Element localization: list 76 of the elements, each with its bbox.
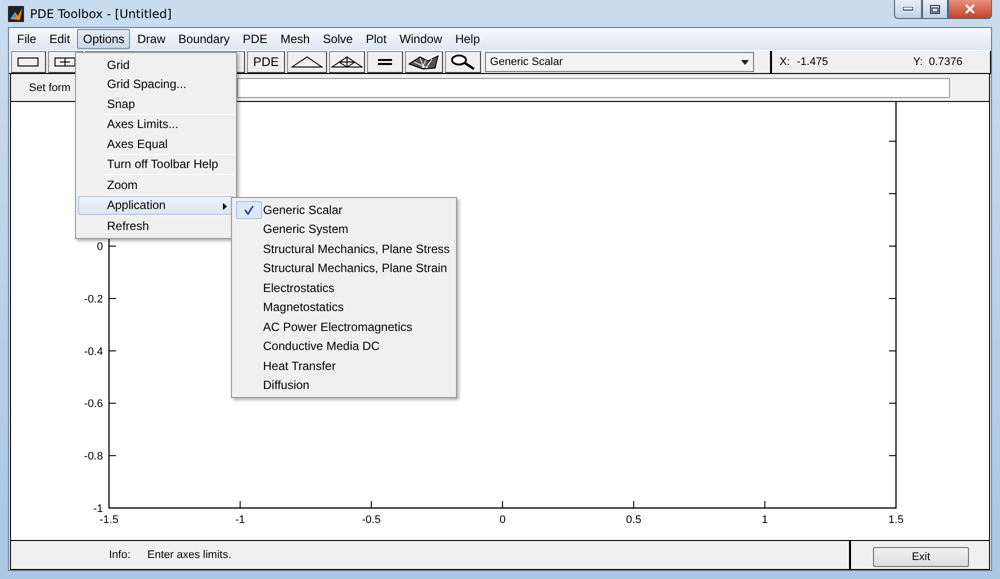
equals-icon [377,58,394,66]
x-tick-label: 1.5 [888,514,904,526]
solve-button[interactable] [367,51,404,73]
menu-item[interactable]: Generic Scalar [234,200,454,220]
x-value: -1.475 [796,56,828,68]
minimize-icon [903,7,913,11]
surface-plot-icon [408,54,440,70]
y-tick-label: -0.4 [84,346,103,358]
application-select[interactable]: Generic Scalar [485,52,754,72]
menu-item[interactable]: Grid [78,55,234,74]
x-tick-label: 1 [762,514,768,526]
menu-item[interactable]: Options [77,29,130,49]
centered-rectangle-icon [54,57,76,67]
app-logo-icon [8,6,24,22]
rectangle-tool-button[interactable] [11,51,46,73]
menu-item[interactable]: Application [78,196,234,215]
pde-button[interactable]: PDE [246,51,286,73]
menu-item[interactable]: Generic System [234,220,454,239]
x-tick-label: -0.5 [362,514,381,526]
x-tick-label: -1.5 [100,514,118,526]
y-tick-label: -0.2 [84,293,103,306]
menu-item[interactable]: Help [449,29,486,49]
menu-item[interactable]: PDE [236,29,274,49]
menu-item[interactable]: Structural Mechanics, Plane Stress [234,239,454,258]
magnifier-icon [450,54,476,70]
menu-item[interactable]: Heat Transfer [234,356,454,376]
menu-item[interactable]: Magnetostatics [234,298,454,317]
menu-item[interactable]: Snap [78,94,234,114]
menu-item[interactable]: Diffusion [234,376,454,395]
minimize-button[interactable] [894,0,922,19]
restore-icon [930,4,940,14]
close-icon [964,4,976,14]
menu-item[interactable]: Plot [360,29,393,49]
menu-item[interactable]: Grid Spacing... [78,74,234,94]
refine-mesh-button[interactable] [329,51,366,73]
window-title: PDE Toolbox - [Untitled] [30,6,172,20]
menu-item[interactable]: Zoom [78,175,234,194]
menu-item[interactable]: Structural Mechanics, Plane Strain [234,258,454,278]
y-tick-label: 0 [96,241,103,254]
triangle-icon [291,56,324,68]
refined-triangle-icon [331,56,364,68]
menu-item[interactable]: Axes Limits... [78,114,234,134]
x-label: X: [779,56,790,68]
mesh-button[interactable] [287,51,328,73]
menu-item[interactable]: Edit [43,29,76,49]
menu-item[interactable]: Conductive Media DC [234,336,454,356]
menu-item[interactable]: Axes Equal [78,134,234,154]
x-tick-label: -1 [235,514,246,526]
maximize-button[interactable] [922,0,948,19]
exit-button[interactable]: Exit [873,547,969,567]
plot-button[interactable] [405,51,444,73]
y-tick-label: -0.6 [84,398,103,410]
close-button[interactable] [948,0,992,19]
formula-field[interactable] [236,78,950,98]
zoom-button[interactable] [445,51,482,73]
formula-label: Set form [29,82,71,94]
y-value: 0.7376 [928,56,963,68]
x-tick-label: 0 [499,514,506,526]
menu-item[interactable]: Electrostatics [234,278,454,298]
menu-item[interactable]: Turn off Toolbar Help [78,154,234,174]
menu-item[interactable]: File [11,29,42,49]
y-tick-label: -0.8 [84,450,103,463]
info-message: Enter axes limits. [147,549,232,561]
menu-item[interactable]: Draw [131,29,172,49]
info-label: Info: [109,549,130,561]
menu-item[interactable]: Solve [316,29,359,49]
x-tick-label: 0.5 [626,514,642,526]
menu-item[interactable]: Boundary [172,29,236,49]
menu-item[interactable]: Window [394,29,448,49]
dropdown-arrow-icon [741,60,750,64]
menu-item[interactable]: Refresh [78,216,234,236]
y-label: Y: [913,56,923,68]
menu-item[interactable]: Mesh [274,29,316,49]
rectangle-icon [17,57,40,67]
menu-item[interactable]: AC Power Electromagnetics [234,317,454,336]
y-tick-label: -1 [93,503,103,515]
